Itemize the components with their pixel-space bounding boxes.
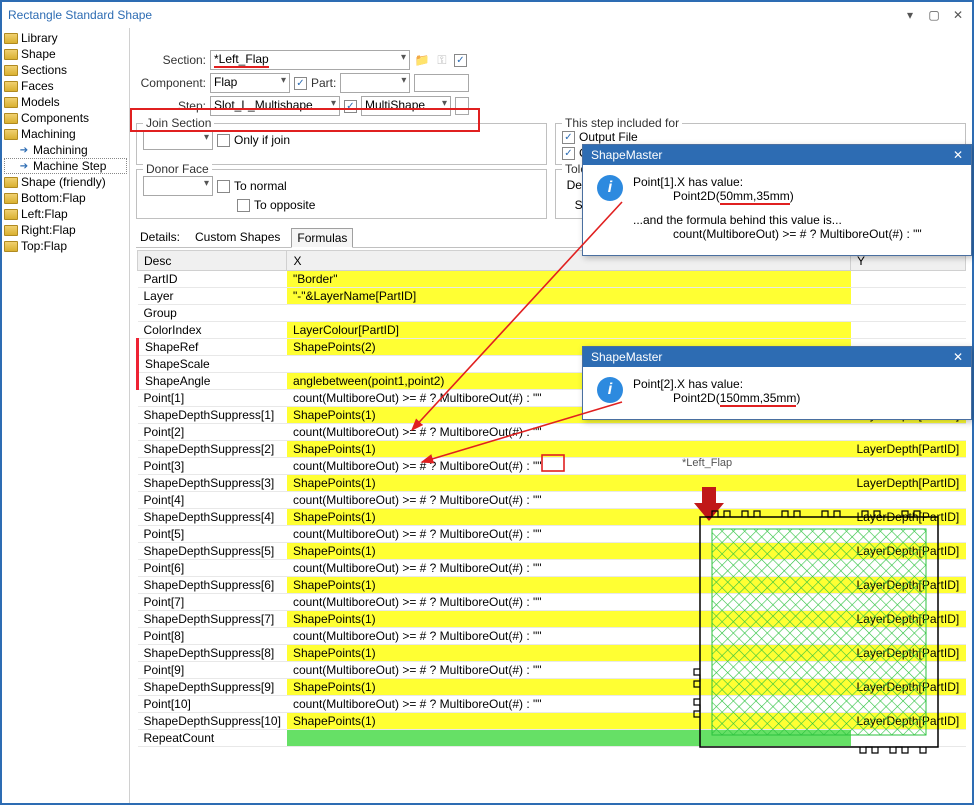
folder-icon [4, 129, 18, 140]
step-type-select[interactable]: MultiShape [361, 96, 451, 116]
tree-item-shape-friendly-[interactable]: Shape (friendly) [4, 174, 127, 190]
section-label: Section: [136, 53, 206, 67]
popup-shapemaster-2: ShapeMaster✕ i Point[2].X has value: Poi… [582, 346, 972, 420]
tree-item-machine-step[interactable]: ➔Machine Step [4, 158, 127, 174]
table-row[interactable]: PartID"Border" [138, 271, 966, 288]
folder-icon [4, 177, 18, 188]
component-check[interactable]: ✓ [294, 77, 307, 90]
folder-icon [4, 97, 18, 108]
tree-item-faces[interactable]: Faces [4, 78, 127, 94]
tree-item-left-flap[interactable]: Left:Flap [4, 206, 127, 222]
step-extra[interactable] [455, 97, 469, 115]
folder-icon [4, 225, 18, 236]
step-check[interactable]: ✓ [344, 100, 357, 113]
popup2-close-icon[interactable]: ✕ [953, 350, 963, 364]
add-icon[interactable]: 📁 [414, 52, 430, 68]
table-row[interactable]: ColorIndexLayerColour[PartID] [138, 322, 966, 339]
tree-item-components[interactable]: Components [4, 110, 127, 126]
popup-shapemaster-1: ShapeMaster✕ i Point[1].X has value: Poi… [582, 144, 972, 256]
tree-item-top-flap[interactable]: Top:Flap [4, 238, 127, 254]
arrow-icon: ➔ [18, 161, 30, 172]
tree-item-shape[interactable]: Shape [4, 46, 127, 62]
folder-icon [4, 113, 18, 124]
folder-icon [4, 81, 18, 92]
table-row[interactable]: Group [138, 305, 966, 322]
only-if-join-check[interactable] [217, 134, 230, 147]
table-row[interactable]: Point[2]count(MultiboreOut) >= # ? Multi… [138, 424, 966, 441]
part-select[interactable] [340, 73, 410, 93]
tree-item-bottom-flap[interactable]: Bottom:Flap [4, 190, 127, 206]
component-label: Component: [136, 76, 206, 90]
tree-item-machining[interactable]: ➔Machining [4, 142, 127, 158]
table-row[interactable]: ShapeDepthSuppress[2]ShapePoints(1)Layer… [138, 441, 966, 458]
join-select[interactable] [143, 130, 213, 150]
info-icon: i [597, 377, 623, 403]
table-row[interactable]: Layer"-"&LayerName[PartID] [138, 288, 966, 305]
to-opposite-check[interactable] [237, 199, 250, 212]
tree-item-machining[interactable]: Machining [4, 126, 127, 142]
maximize-icon[interactable]: ▢ [926, 7, 942, 23]
preview-svg [682, 469, 952, 759]
tree-panel: LibraryShapeSectionsFacesModelsComponent… [2, 28, 130, 803]
donor-legend: Donor Face [143, 162, 212, 176]
folder-icon [4, 241, 18, 252]
part-label: Part: [311, 76, 336, 90]
popup1-close-icon[interactable]: ✕ [953, 148, 963, 162]
folder-icon [4, 193, 18, 204]
details-label: Details: [136, 228, 184, 246]
tree-item-library[interactable]: Library [4, 30, 127, 46]
join-legend: Join Section [143, 116, 214, 130]
folder-icon [4, 209, 18, 220]
minimize-icon[interactable]: ▾ [902, 7, 918, 23]
component-select[interactable]: Flap [210, 73, 290, 93]
step-select[interactable]: Slot_L_Multishape [210, 96, 340, 116]
included-legend: This step included for [562, 116, 682, 130]
output-file-check[interactable]: ✓ [562, 131, 575, 144]
col-desc[interactable]: Desc [138, 251, 287, 271]
donor-select[interactable] [143, 176, 213, 196]
folder-icon [4, 49, 18, 60]
only-if-join-label: Only if join [234, 133, 290, 147]
custom-shape-check[interactable]: ✓ [562, 147, 575, 160]
close-icon[interactable]: ✕ [950, 7, 966, 23]
tree-item-right-flap[interactable]: Right:Flap [4, 222, 127, 238]
info-icon: i [597, 175, 623, 201]
to-normal-check[interactable] [217, 180, 230, 193]
arrow-icon: ➔ [18, 145, 30, 156]
tree-item-models[interactable]: Models [4, 94, 127, 110]
titlebar: Rectangle Standard Shape ▾ ▢ ✕ [2, 2, 972, 28]
part-extra[interactable] [414, 74, 469, 92]
tab-custom-shapes[interactable]: Custom Shapes [190, 228, 285, 246]
step-label: Step: [136, 99, 206, 113]
section-select[interactable]: *Left_Flap [210, 50, 410, 70]
folder-icon [4, 65, 18, 76]
tab-formulas[interactable]: Formulas [291, 228, 353, 248]
tree-item-sections[interactable]: Sections [4, 62, 127, 78]
key-icon[interactable]: ⚿ [434, 52, 450, 68]
shape-preview: *Left_Flap [682, 457, 952, 762]
folder-icon [4, 33, 18, 44]
section-check[interactable]: ✓ [454, 54, 467, 67]
window-title: Rectangle Standard Shape [8, 8, 152, 22]
